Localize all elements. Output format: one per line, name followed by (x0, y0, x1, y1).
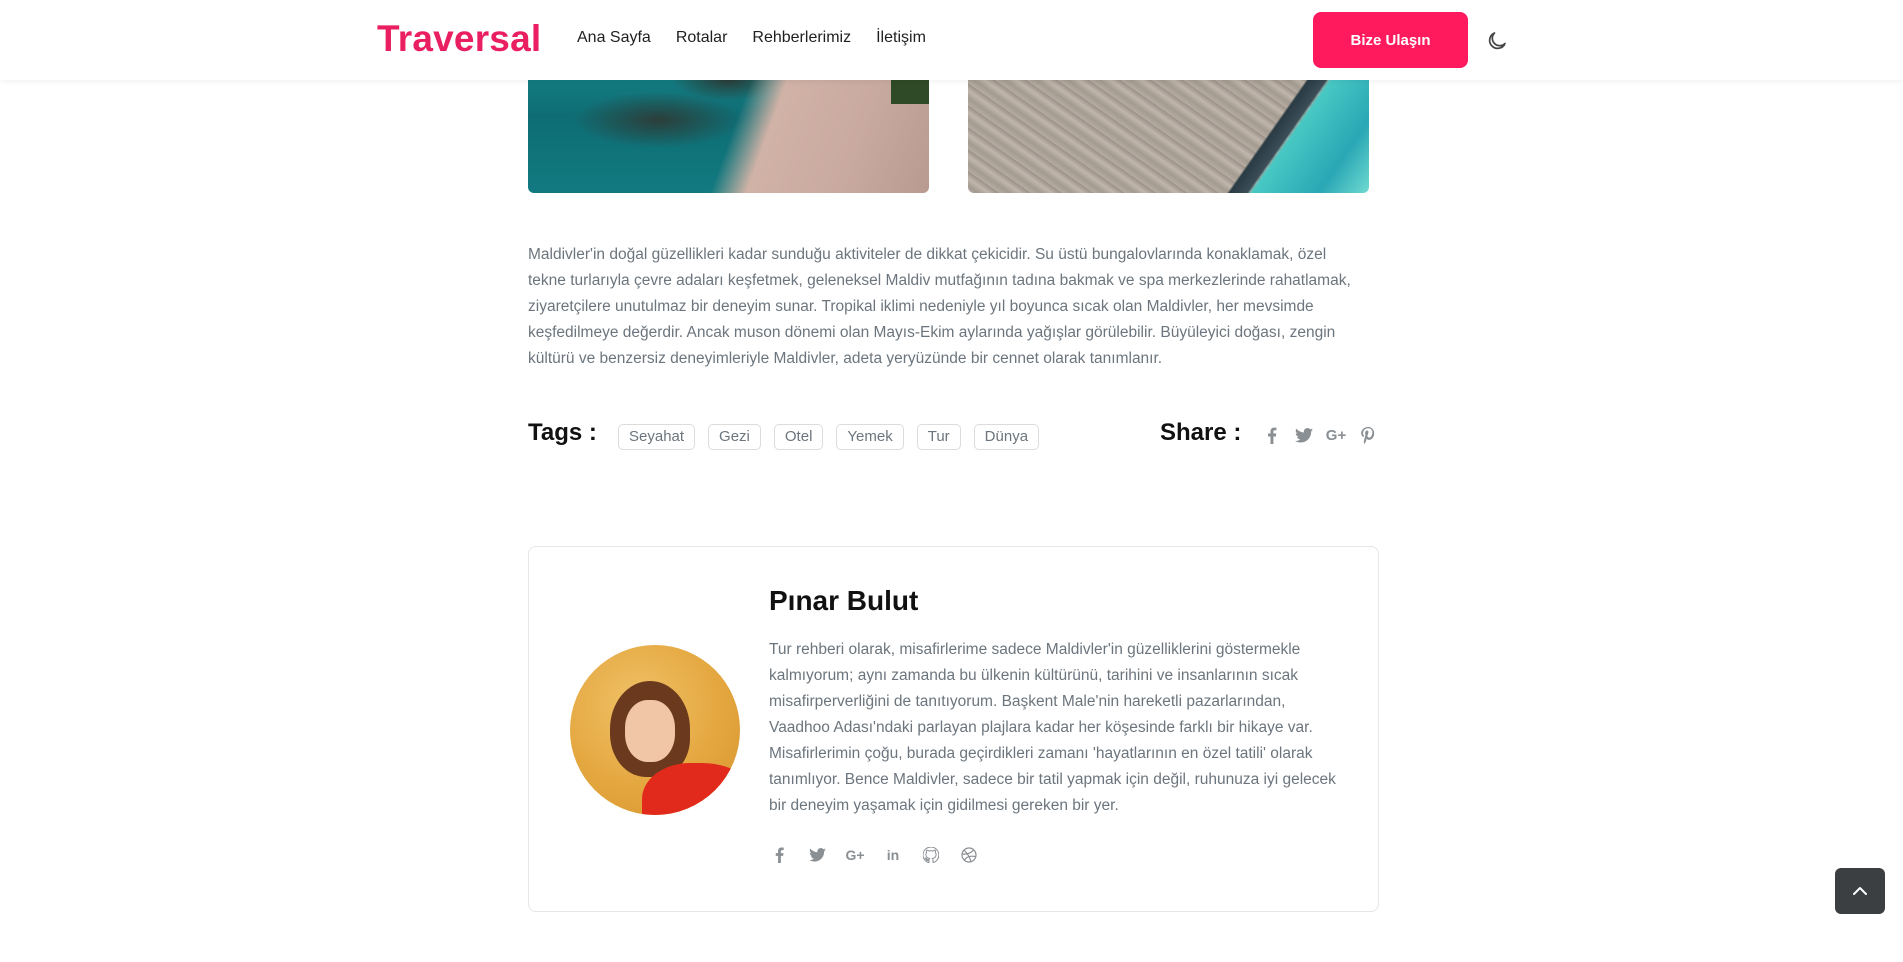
author-card: Pınar Bulut Tur rehberi olarak, misafirl… (528, 546, 1379, 912)
tag-gezi[interactable]: Gezi (708, 424, 761, 450)
share-icons: G+ (1262, 424, 1378, 446)
site-logo[interactable]: Traversal (377, 18, 541, 60)
dribbble-icon[interactable] (959, 845, 979, 865)
tag-seyahat[interactable]: Seyahat (618, 424, 696, 450)
linkedin-icon[interactable]: in (883, 845, 903, 865)
author-bio: Tur rehberi olarak, misafirlerime sadece… (769, 641, 1336, 814)
nav-item-guides[interactable]: Rehberlerimiz (752, 29, 851, 47)
moon-icon[interactable] (1485, 29, 1509, 53)
avatar (570, 645, 740, 815)
facebook-icon[interactable] (1262, 424, 1282, 446)
tags-title: Tags : (528, 419, 597, 446)
nav-item-contact[interactable]: İletişim (876, 29, 926, 47)
author-name: Pınar Bulut (769, 585, 919, 616)
nav-item-routes[interactable]: Rotalar (676, 29, 728, 47)
google-plus-icon[interactable]: G+ (1326, 424, 1346, 446)
chevron-up-icon (1853, 887, 1867, 895)
article-paragraph: Maldivler'in doğal güzellikleri kadar su… (528, 246, 1351, 367)
site-header: Traversal Ana Sayfa Rotalar Rehberlerimi… (0, 0, 1903, 80)
twitter-icon[interactable] (807, 845, 827, 865)
author-social-links: G+ in (769, 845, 979, 865)
google-plus-icon[interactable]: G+ (845, 845, 865, 865)
pinterest-icon[interactable] (1358, 424, 1378, 446)
main-nav: Ana Sayfa Rotalar Rehberlerimiz İletişim (577, 29, 926, 47)
nav-item-home[interactable]: Ana Sayfa (577, 29, 651, 47)
tag-otel[interactable]: Otel (773, 424, 824, 450)
github-icon[interactable] (921, 845, 941, 865)
facebook-icon[interactable] (769, 845, 789, 865)
twitter-icon[interactable] (1294, 424, 1314, 446)
tag-list: Seyahat Gezi Otel Yemek Tur Dünya (618, 424, 1040, 450)
tag-dunya[interactable]: Dünya (973, 424, 1040, 450)
tag-yemek[interactable]: Yemek (836, 424, 904, 450)
tag-tur[interactable]: Tur (916, 424, 961, 450)
contact-us-button[interactable]: Bize Ulaşın (1313, 12, 1468, 68)
back-to-top-button[interactable] (1835, 868, 1885, 914)
share-title: Share : (1160, 419, 1242, 446)
